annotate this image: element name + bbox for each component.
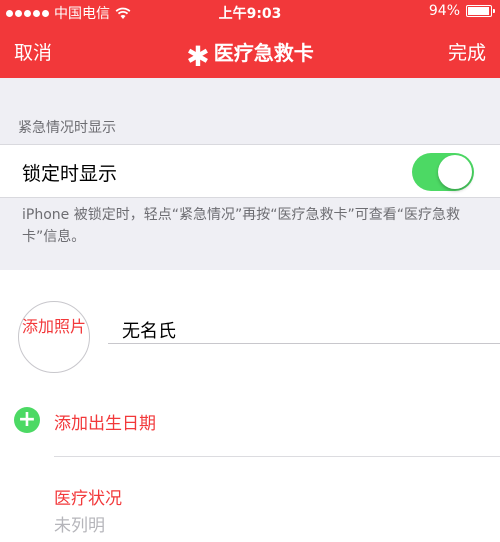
page-title-text: 医疗急救卡 [213, 41, 314, 65]
medical-conditions-value[interactable]: 未列明 [54, 511, 105, 536]
toggle-knob [438, 155, 472, 189]
status-right: 94% [428, 3, 495, 19]
add-birthdate-label: 添加出生日期 [54, 414, 156, 434]
page-title: ✱ 医疗急救卡 [0, 37, 500, 73]
add-photo-button[interactable]: 添加照片 [18, 301, 90, 373]
navigation-bar: 取消 ✱ 医疗急救卡 完成 [0, 24, 500, 78]
medical-conditions-label: 医疗状况 [54, 489, 122, 509]
done-button[interactable]: 完成 [448, 38, 486, 65]
name-field[interactable] [108, 316, 500, 344]
status-bar: 中国电信 上午9:03 94% [0, 0, 500, 24]
show-when-locked-toggle[interactable] [412, 153, 474, 191]
section-header: 紧急情况时显示 [18, 120, 116, 136]
show-when-locked-label: 锁定时显示 [22, 163, 118, 185]
divider [54, 456, 500, 457]
plus-icon: + [14, 407, 40, 433]
battery-icon [466, 5, 495, 17]
asterisk-icon: ✱ [186, 40, 210, 73]
battery-percentage: 94% [428, 3, 460, 19]
section-footer-note: iPhone 被锁定时，轻点“紧急情况”再按“医疗急救卡”可查看“医疗急救卡”信… [22, 207, 460, 245]
show-when-locked-row: 锁定时显示 [0, 144, 500, 198]
status-time: 上午9:03 [218, 6, 282, 22]
